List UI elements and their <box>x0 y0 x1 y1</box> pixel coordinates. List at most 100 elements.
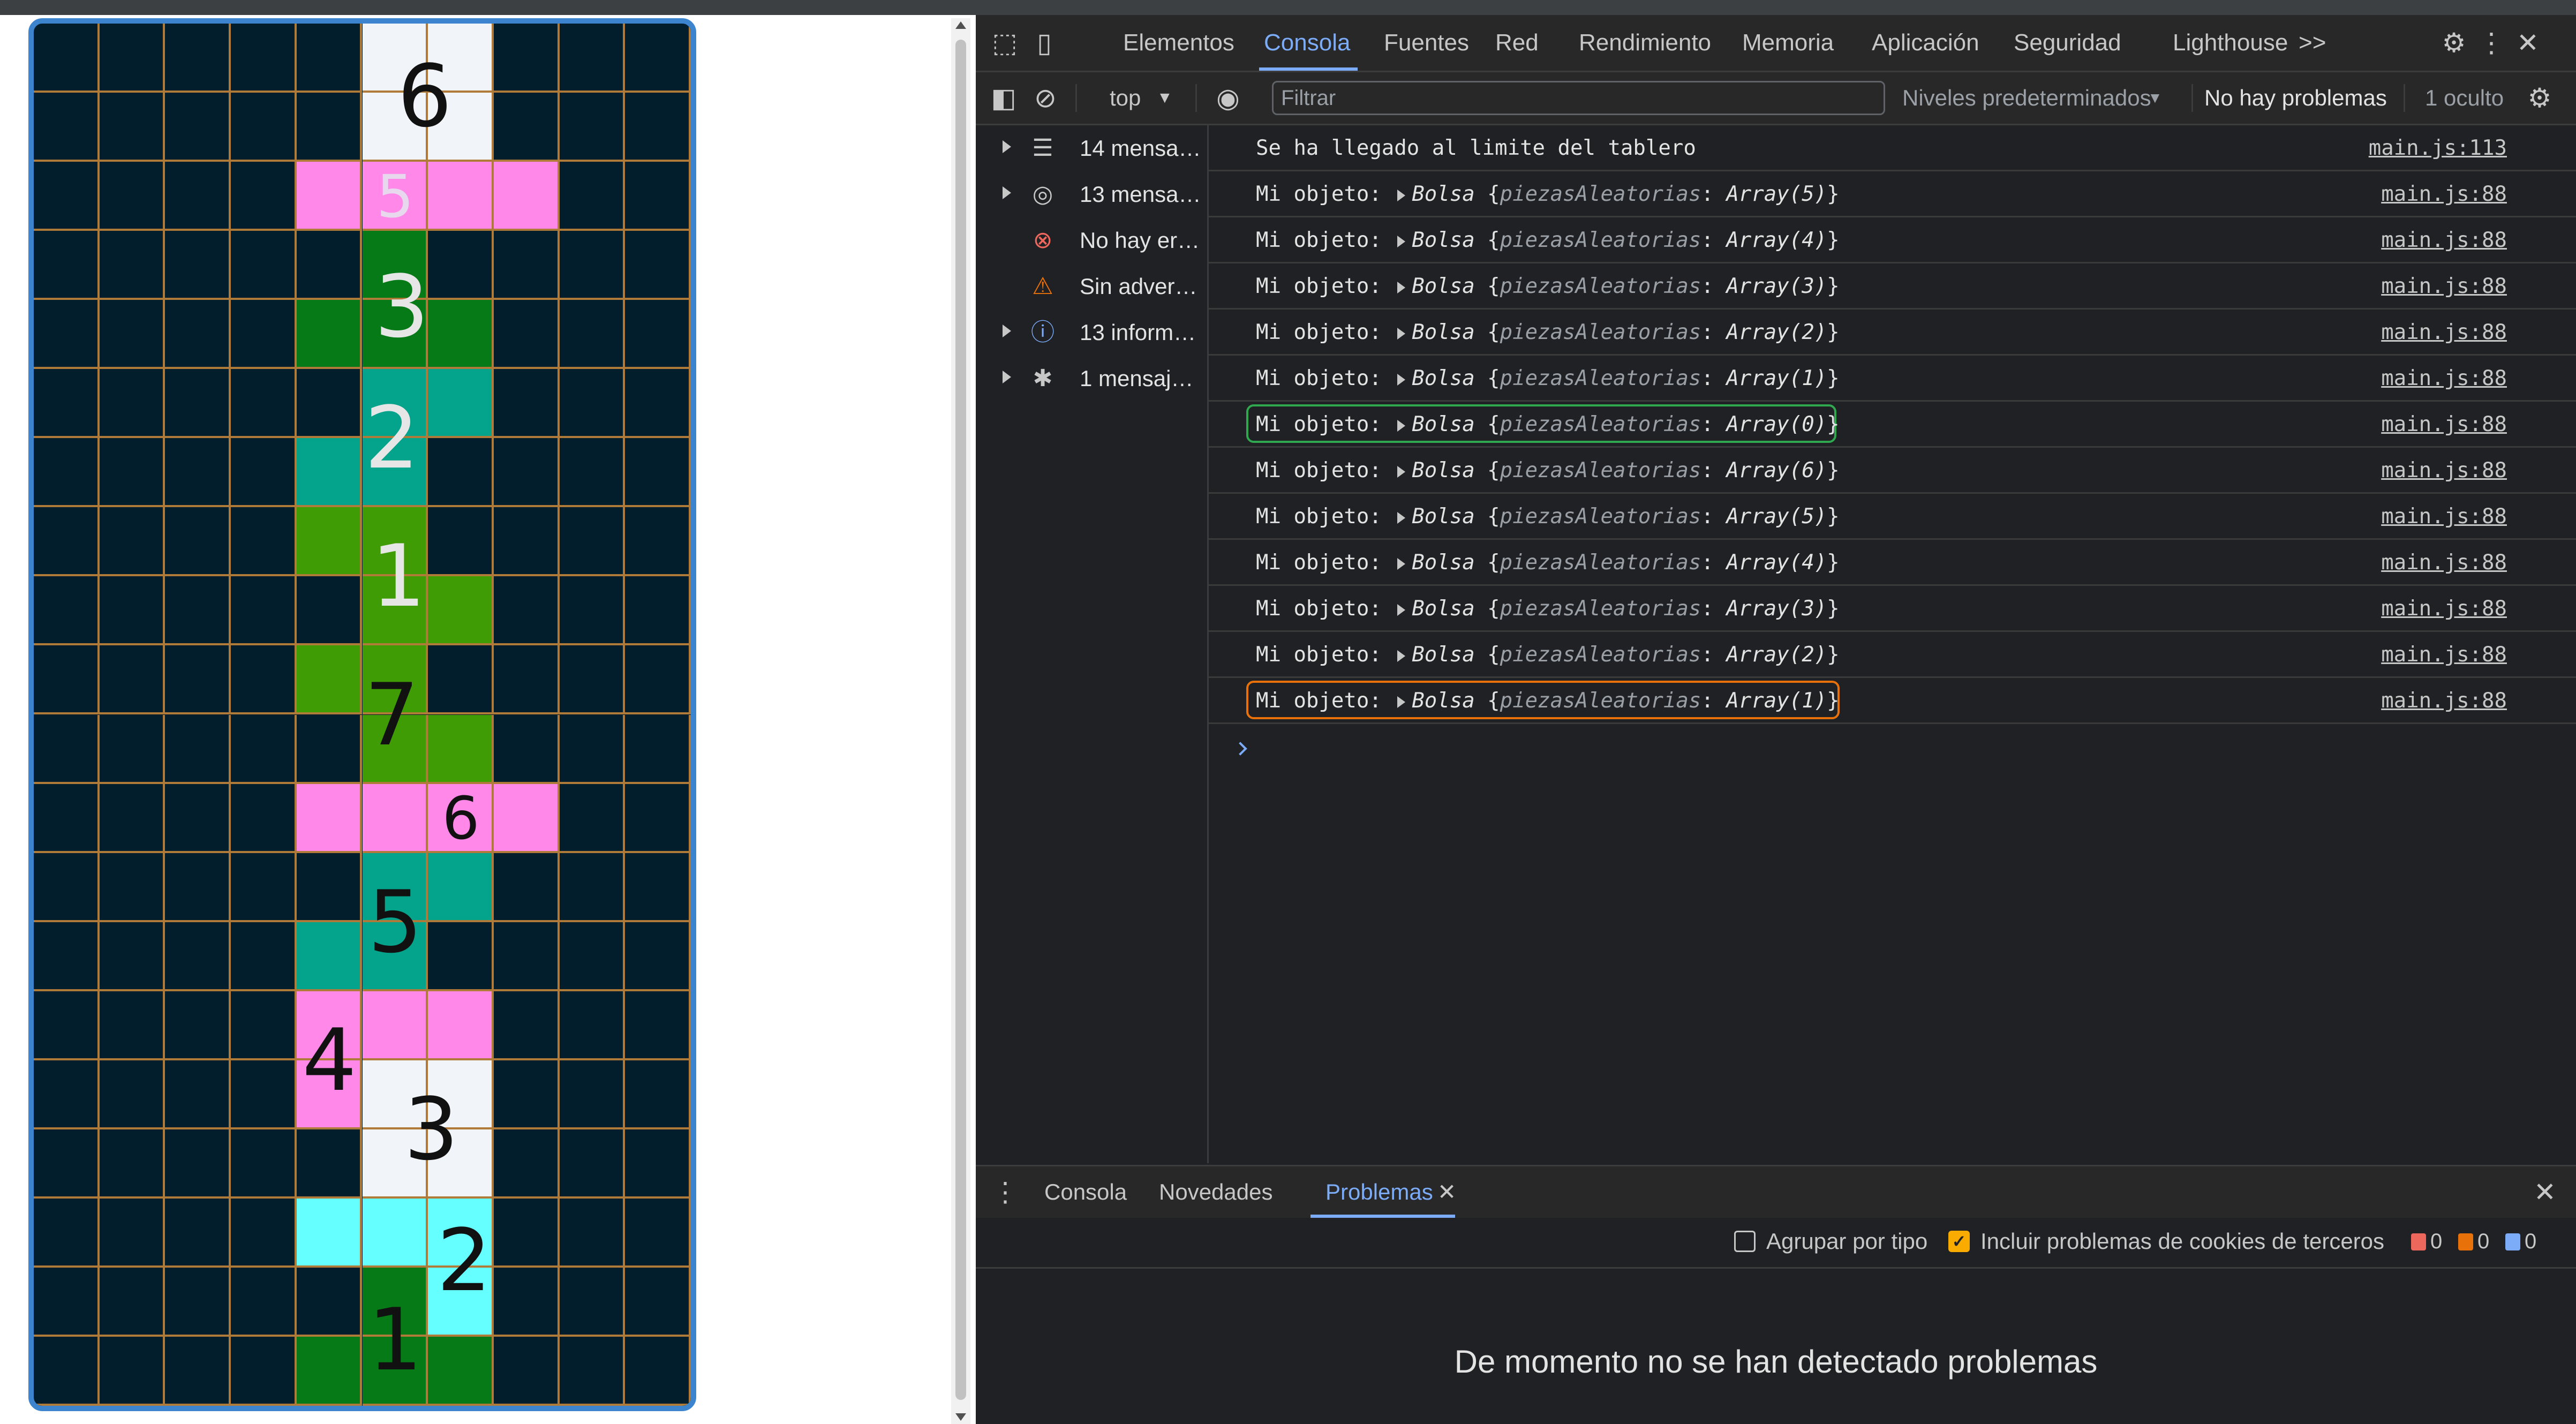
object-property-name: piezasAleatorias <box>1500 182 1701 206</box>
sidebar-toggle-icon[interactable]: ◧ <box>988 82 1020 114</box>
close-drawer-icon[interactable]: ✕ <box>2529 1176 2561 1208</box>
source-link[interactable]: main.js:88 <box>2381 410 2507 440</box>
object-class-name[interactable]: Bolsa <box>1412 504 1474 529</box>
source-link[interactable]: main.js:88 <box>2381 686 2507 716</box>
sidebar-item[interactable]: ⚠ Sin advertencias <box>976 263 1207 310</box>
board-cell <box>559 369 626 439</box>
piece-cell <box>428 369 494 439</box>
source-link[interactable]: main.js:88 <box>2381 272 2507 302</box>
expand-triangle-icon[interactable] <box>1003 325 1011 337</box>
board-cell <box>99 24 165 93</box>
expand-triangle-icon[interactable] <box>1003 371 1011 383</box>
expand-object-triangle-icon[interactable] <box>1397 281 1406 293</box>
sidebar-item[interactable]: ⊗ No hay errores <box>976 217 1207 263</box>
object-class-name[interactable]: Bolsa <box>1412 689 1474 713</box>
piece-cell <box>493 783 560 853</box>
expand-object-triangle-icon[interactable] <box>1397 419 1406 432</box>
source-link[interactable]: main.js:88 <box>2381 548 2507 578</box>
expand-object-triangle-icon[interactable] <box>1397 465 1406 478</box>
object-class-name[interactable]: Bolsa <box>1412 458 1474 483</box>
tab-seguridad[interactable]: Seguridad <box>2014 27 2121 59</box>
more-tabs-button[interactable]: >> <box>2299 27 2326 59</box>
expand-object-triangle-icon[interactable] <box>1397 604 1406 616</box>
tab-red[interactable]: Red <box>1495 27 1539 59</box>
inspect-element-icon[interactable]: ⬚ <box>989 27 1021 59</box>
board-cell <box>99 853 165 922</box>
scroll-up-arrow-icon[interactable] <box>955 21 966 29</box>
close-devtools-icon[interactable]: ✕ <box>2512 27 2544 59</box>
source-link[interactable]: main.js:88 <box>2381 502 2507 532</box>
drawer-menu-icon[interactable]: ⋮ <box>992 1176 1019 1208</box>
close-problems-tab-icon[interactable]: ✕ <box>1437 1176 1456 1208</box>
sidebar-item[interactable]: ✱ 1 mensaje detallado <box>976 356 1207 402</box>
expand-object-triangle-icon[interactable] <box>1397 373 1406 386</box>
source-link[interactable]: main.js:88 <box>2381 318 2507 348</box>
source-link[interactable]: main.js:88 <box>2381 640 2507 670</box>
board-cell <box>231 853 297 922</box>
page-scroll-thumb[interactable] <box>955 40 966 1400</box>
page-scrollbar[interactable] <box>951 18 970 1424</box>
separator <box>2191 84 2193 112</box>
source-link[interactable]: main.js:88 <box>2381 364 2507 394</box>
context-selector[interactable]: top <box>1110 82 1141 114</box>
context-dropdown-icon[interactable]: ▼ <box>1157 82 1173 114</box>
source-link[interactable]: main.js:88 <box>2381 456 2507 486</box>
expand-triangle-icon[interactable] <box>1003 140 1011 153</box>
expand-triangle-icon[interactable] <box>1003 186 1011 199</box>
log-levels-dropdown[interactable]: Niveles predeterminados <box>1902 82 2151 114</box>
object-class-name[interactable]: Bolsa <box>1412 412 1474 436</box>
filter-input[interactable]: Filtrar <box>1272 81 1885 115</box>
sidebar-item[interactable]: ◎ 13 mensajes de usuario <box>976 171 1207 217</box>
expand-object-triangle-icon[interactable] <box>1397 650 1406 662</box>
source-link[interactable]: main.js:113 <box>2369 133 2507 163</box>
tab-elementos[interactable]: Elementos <box>1123 27 1234 59</box>
sidebar-item[interactable]: ☰ 14 mensajes <box>976 125 1207 171</box>
live-expression-eye-icon[interactable]: ◉ <box>1209 82 1247 114</box>
object-class-name[interactable]: Bolsa <box>1412 274 1474 298</box>
tab-fuentes[interactable]: Fuentes <box>1384 27 1469 59</box>
tab-aplicaci-n[interactable]: Aplicación <box>1872 27 1979 59</box>
tab-rendimiento[interactable]: Rendimiento <box>1579 27 1711 59</box>
expand-object-triangle-icon[interactable] <box>1397 327 1406 340</box>
console-settings-gear-icon[interactable]: ⚙ <box>2524 82 2556 114</box>
object-class-name[interactable]: Bolsa <box>1412 182 1474 206</box>
drawer-tab-problemas[interactable]: Problemas <box>1325 1176 1433 1208</box>
piece-number-label: 2 <box>436 1210 492 1310</box>
source-link[interactable]: main.js:88 <box>2381 594 2507 624</box>
board-cell <box>231 645 297 715</box>
object-class-name[interactable]: Bolsa <box>1412 320 1474 344</box>
drawer-tab-consola[interactable]: Consola <box>1044 1176 1127 1208</box>
piece-number-label: 6 <box>442 784 480 853</box>
settings-gear-icon[interactable]: ⚙ <box>2438 27 2470 59</box>
source-link[interactable]: main.js:88 <box>2381 225 2507 255</box>
object-class-name[interactable]: Bolsa <box>1412 643 1474 667</box>
clear-console-icon[interactable]: ⊘ <box>1029 82 1061 114</box>
levels-dropdown-icon[interactable]: ▼ <box>2148 82 2163 114</box>
object-property-value: Array(1) <box>1726 689 1827 713</box>
drawer-tab-novedades[interactable]: Novedades <box>1159 1176 1272 1208</box>
expand-object-triangle-icon[interactable] <box>1397 235 1406 247</box>
object-class-name[interactable]: Bolsa <box>1412 228 1474 252</box>
device-toolbar-icon[interactable]: ▯ <box>1028 27 1060 59</box>
issues-button[interactable]: No hay problemas <box>2204 82 2387 114</box>
piece-cell <box>296 1198 363 1268</box>
object-class-name[interactable]: Bolsa <box>1412 551 1474 575</box>
expand-object-triangle-icon[interactable] <box>1397 696 1406 708</box>
tab-memoria[interactable]: Memoria <box>1742 27 1834 59</box>
object-class-name[interactable]: Bolsa <box>1412 597 1474 621</box>
console-prompt-chevron-icon[interactable] <box>1233 742 1247 756</box>
expand-object-triangle-icon[interactable] <box>1397 189 1406 201</box>
scroll-down-arrow-icon[interactable] <box>955 1413 966 1421</box>
include-third-party-checkbox[interactable]: ✓ <box>1948 1231 1970 1252</box>
expand-object-triangle-icon[interactable] <box>1397 557 1406 570</box>
no-problems-message: De momento no se han detectado problemas <box>1454 1344 2098 1380</box>
expand-object-triangle-icon[interactable] <box>1397 511 1406 524</box>
source-link[interactable]: main.js:88 <box>2381 179 2507 209</box>
sidebar-item-label: 13 informativos <box>1080 320 1203 345</box>
tab-consola[interactable]: Consola <box>1264 27 1350 59</box>
kebab-menu-icon[interactable]: ⋮ <box>2475 27 2507 59</box>
object-class-name[interactable]: Bolsa <box>1412 366 1474 390</box>
sidebar-item[interactable]: ⓘ 13 informativos <box>976 310 1207 356</box>
tab-lighthouse[interactable]: Lighthouse <box>2173 27 2288 59</box>
group-by-type-checkbox[interactable] <box>1734 1231 1756 1252</box>
